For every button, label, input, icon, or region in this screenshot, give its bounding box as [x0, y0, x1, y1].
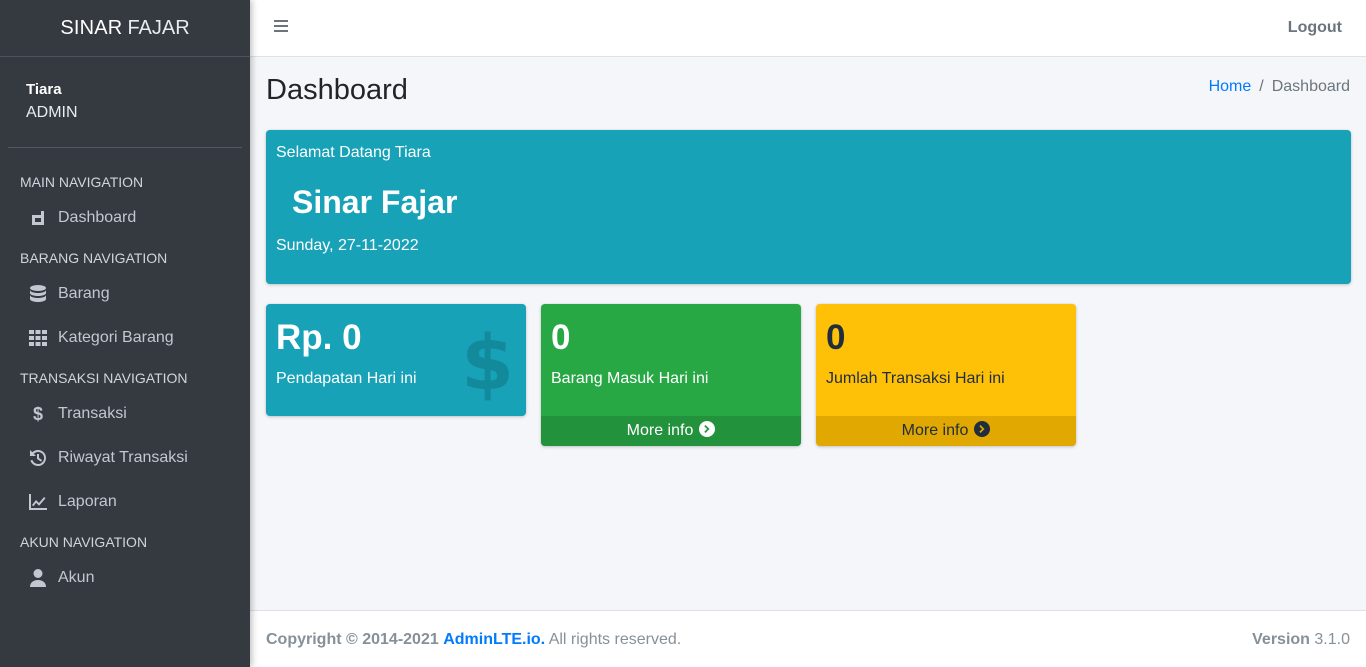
breadcrumb-home-link[interactable]: Home	[1209, 78, 1252, 96]
copyright-text: Copyright © 2014-2021	[266, 631, 439, 648]
sidebar-item-laporan[interactable]: Laporan	[0, 480, 250, 524]
info-box-barang-masuk: 0 Barang Masuk Hari ini More info	[541, 304, 801, 446]
dollar-icon: $	[32, 403, 43, 424]
info-box-label: Jumlah Transaksi Hari ini	[826, 370, 1005, 387]
dashboard-icon	[28, 208, 48, 228]
info-box-pendapatan: Rp. 0 Pendapatan Hari ini $	[266, 304, 526, 416]
main-content: Dashboard Home / Dashboard Selamat Datan…	[250, 57, 1366, 610]
info-box-value: 0	[826, 318, 846, 357]
welcome-banner: Selamat Datang Tiara Sinar Fajar Sunday,…	[266, 130, 1351, 284]
more-info-link[interactable]: More info	[541, 416, 801, 446]
sidebar-item-kategori-barang[interactable]: Kategori Barang	[0, 316, 250, 360]
sidebar-item-label: Transaksi	[58, 405, 127, 422]
sidebar-item-label: Dashboard	[58, 209, 137, 226]
sidebar-item-akun[interactable]: Akun	[0, 556, 250, 600]
nav-header-barang: BARANG NAVIGATION	[20, 250, 168, 266]
menu-toggle-icon[interactable]	[274, 20, 288, 36]
adminlte-link[interactable]: AdminLTE.io.	[443, 631, 545, 648]
welcome-date: Sunday, 27-11-2022	[276, 237, 419, 254]
database-icon	[28, 284, 48, 304]
footer-version: Version 3.1.0	[1252, 631, 1350, 649]
sidebar-item-barang[interactable]: Barang	[0, 272, 250, 316]
sidebar-item-dashboard[interactable]: Dashboard	[0, 196, 250, 240]
sidebar-item-label: Riwayat Transaksi	[58, 449, 188, 466]
breadcrumb: Home / Dashboard	[1209, 78, 1350, 96]
arrow-circle-right-icon	[974, 420, 991, 442]
chart-line-icon	[28, 492, 48, 512]
nav-header-main: MAIN NAVIGATION	[20, 174, 144, 190]
logout-link[interactable]: Logout	[1288, 19, 1342, 37]
arrow-circle-right-icon	[699, 420, 716, 442]
info-box-value: Rp. 0	[276, 318, 362, 357]
info-box-value: 0	[551, 318, 571, 357]
breadcrumb-current: Dashboard	[1271, 78, 1350, 95]
user-role: ADMIN	[26, 104, 78, 121]
history-icon	[28, 448, 48, 468]
info-box-label: Barang Masuk Hari ini	[551, 370, 709, 387]
user-name: Tiara	[26, 81, 62, 98]
brand-name-part2: FAJAR	[127, 16, 190, 39]
more-info-link[interactable]: More info	[816, 416, 1076, 446]
footer: Copyright © 2014-2021 AdminLTE.io. All r…	[250, 610, 1366, 667]
version-label: Version	[1252, 631, 1310, 648]
sidebar-item-label: Laporan	[58, 493, 117, 510]
top-navbar: Logout	[250, 0, 1366, 57]
dollar-sign-icon: $	[461, 318, 514, 407]
welcome-greeting: Selamat Datang Tiara	[276, 144, 431, 161]
sidebar-item-label: Barang	[58, 285, 110, 302]
sidebar-item-label: Kategori Barang	[58, 329, 174, 346]
user-panel: Tiara ADMIN	[8, 57, 242, 148]
nav-header-transaksi: TRANSAKSI NAVIGATION	[20, 370, 188, 386]
welcome-title: Sinar Fajar	[292, 184, 458, 220]
page-title: Dashboard	[266, 74, 408, 106]
sidebar: SINAR FAJAR Tiara ADMIN MAIN NAVIGATION …	[0, 0, 250, 667]
sidebar-item-riwayat-transaksi[interactable]: Riwayat Transaksi	[0, 436, 250, 480]
sidebar-item-label: Akun	[58, 569, 95, 586]
sidebar-item-transaksi[interactable]: $ Transaksi	[0, 392, 250, 436]
info-box-label: Pendapatan Hari ini	[276, 370, 417, 387]
footer-copyright: Copyright © 2014-2021 AdminLTE.io. All r…	[266, 631, 681, 649]
info-box-jumlah-transaksi: 0 Jumlah Transaksi Hari ini More info	[816, 304, 1076, 446]
nav-header-akun: AKUN NAVIGATION	[20, 534, 148, 550]
rights-text: All rights reserved.	[548, 631, 682, 648]
more-info-label: More info	[901, 422, 969, 439]
grid-icon	[28, 328, 48, 348]
version-number: 3.1.0	[1314, 631, 1350, 648]
breadcrumb-separator: /	[1259, 78, 1264, 95]
brand-link[interactable]: SINAR FAJAR	[0, 0, 250, 57]
brand-name-part1: SINAR	[60, 16, 123, 39]
sidebar-nav: MAIN NAVIGATION Dashboard BARANG NAVIGAT…	[0, 164, 250, 600]
more-info-label: More info	[626, 422, 694, 439]
user-icon	[28, 568, 48, 588]
